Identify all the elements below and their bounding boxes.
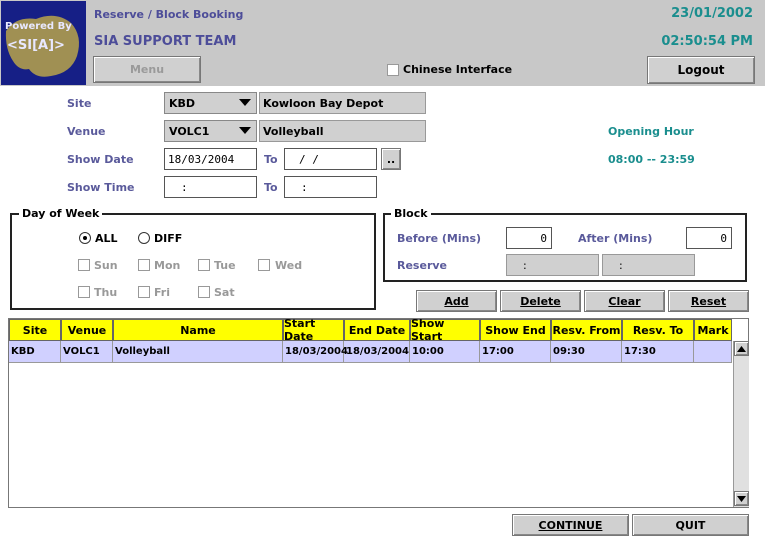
menu-button[interactable]: Menu (93, 56, 201, 83)
team-name: SIA SUPPORT TEAM (94, 34, 237, 49)
all-radio[interactable] (79, 232, 91, 244)
table-row[interactable]: KBD VOLC1 Volleyball 18/03/2004 18/03/20… (9, 341, 732, 363)
show-time-from-input[interactable]: : (164, 176, 257, 198)
day-checkbox-tue[interactable] (198, 259, 210, 271)
day-checkbox-sat[interactable] (198, 286, 210, 298)
chinese-interface-label: Chinese Interface (403, 63, 513, 76)
reserve-from-field: : (506, 254, 599, 276)
opening-hour-value: 08:00 -- 23:59 (608, 153, 695, 166)
block-title: Block (391, 207, 431, 220)
before-label: Before (Mins) (397, 232, 482, 245)
day-label-wed: Wed (275, 259, 303, 272)
col-header-site[interactable]: Site (9, 319, 61, 341)
day-of-week-title: Day of Week (19, 207, 103, 220)
venue-select[interactable]: VOLC1 (164, 120, 257, 142)
show-time-to-input[interactable]: : (284, 176, 377, 198)
show-time-label: Show Time (67, 181, 135, 194)
show-date-from-input[interactable]: 18/03/2004 (164, 148, 257, 170)
logo-text-powered: Powered By (5, 21, 72, 32)
breadcrumb: Reserve / Block Booking (94, 8, 244, 21)
cell-venue: VOLC1 (61, 341, 113, 362)
day-label-fri: Fri (154, 286, 171, 299)
site-label: Site (67, 97, 92, 110)
cell-show-end: 17:00 (480, 341, 551, 362)
col-header-resv-to[interactable]: Resv. To (622, 319, 694, 341)
delete-button[interactable]: Delete (500, 290, 581, 312)
cell-site: KBD (9, 341, 61, 362)
col-header-end-date[interactable]: End Date (344, 319, 410, 341)
day-label-tue: Tue (214, 259, 236, 272)
col-header-start-date[interactable]: Start Date (283, 317, 344, 343)
cell-mark (694, 341, 732, 362)
scroll-down-button[interactable] (734, 491, 749, 506)
col-header-resv-from[interactable]: Resv. From (551, 319, 622, 341)
col-header-mark[interactable]: Mark (694, 319, 732, 341)
clear-button[interactable]: Clear (584, 290, 665, 312)
logout-button[interactable]: Logout (647, 56, 755, 84)
col-header-name[interactable]: Name (113, 319, 283, 341)
vertical-scrollbar[interactable] (733, 341, 749, 507)
col-header-show-start[interactable]: Show Start (410, 317, 480, 343)
day-checkbox-fri[interactable] (138, 286, 150, 298)
show-date-to-label: To (264, 153, 278, 166)
header-time: 02:50:54 PM (661, 34, 753, 49)
date-browse-button[interactable]: .. (381, 148, 401, 170)
cell-resv-from: 09:30 (551, 341, 622, 362)
cell-resv-to: 17:30 (622, 341, 694, 362)
arrow-down-icon (737, 495, 746, 502)
col-header-show-end[interactable]: Show End (480, 319, 551, 341)
cell-show-start: 10:00 (410, 341, 480, 362)
scroll-up-button[interactable] (734, 341, 749, 356)
diff-label: DIFF (154, 232, 183, 245)
diff-radio[interactable] (138, 232, 150, 244)
day-checkbox-sun[interactable] (78, 259, 90, 271)
reserve-label: Reserve (397, 259, 447, 272)
show-date-to-input[interactable]: / / (284, 148, 377, 170)
all-label: ALL (95, 232, 118, 245)
logo: Powered By <SI[A]> (1, 1, 86, 85)
show-date-label: Show Date (67, 153, 134, 166)
chinese-interface-checkbox[interactable] (387, 64, 399, 76)
chevron-down-icon (239, 127, 251, 134)
day-label-mon: Mon (154, 259, 181, 272)
day-of-week-group (10, 213, 376, 310)
quit-button[interactable]: QUIT (632, 514, 749, 536)
day-label-thu: Thu (94, 286, 118, 299)
col-header-venue[interactable]: Venue (61, 319, 113, 341)
after-mins-input[interactable]: 0 (686, 227, 732, 249)
venue-code: VOLC1 (169, 124, 210, 138)
site-name-field: Kowloon Bay Depot (259, 92, 426, 114)
continue-button[interactable]: CONTINUE (512, 514, 629, 536)
day-label-sun: Sun (94, 259, 118, 272)
arrow-up-icon (737, 345, 746, 352)
reserve-to-field: : (602, 254, 695, 276)
site-code: KBD (169, 96, 196, 110)
venue-label: Venue (67, 125, 106, 138)
cell-end-date: 18/03/2004 (344, 341, 410, 362)
header-date: 23/01/2002 (671, 6, 753, 21)
cell-name: Volleyball (113, 341, 283, 362)
add-button[interactable]: Add (416, 290, 497, 312)
booking-table: Site Venue Name Start Date End Date Show… (8, 317, 749, 508)
reset-button[interactable]: Reset (668, 290, 749, 312)
venue-name-field: Volleyball (259, 120, 426, 142)
before-mins-input[interactable]: 0 (506, 227, 552, 249)
chevron-down-icon (239, 99, 251, 106)
logo-text-sia: <SI[A]> (7, 38, 65, 53)
day-checkbox-mon[interactable] (138, 259, 150, 271)
opening-hour-label: Opening Hour (608, 125, 694, 138)
after-label: After (Mins) (578, 232, 653, 245)
day-checkbox-thu[interactable] (78, 286, 90, 298)
site-select[interactable]: KBD (164, 92, 257, 114)
cell-start-date: 18/03/2004 (283, 341, 348, 362)
day-checkbox-wed[interactable] (258, 259, 270, 271)
show-time-to-label: To (264, 181, 278, 194)
day-label-sat: Sat (214, 286, 235, 299)
